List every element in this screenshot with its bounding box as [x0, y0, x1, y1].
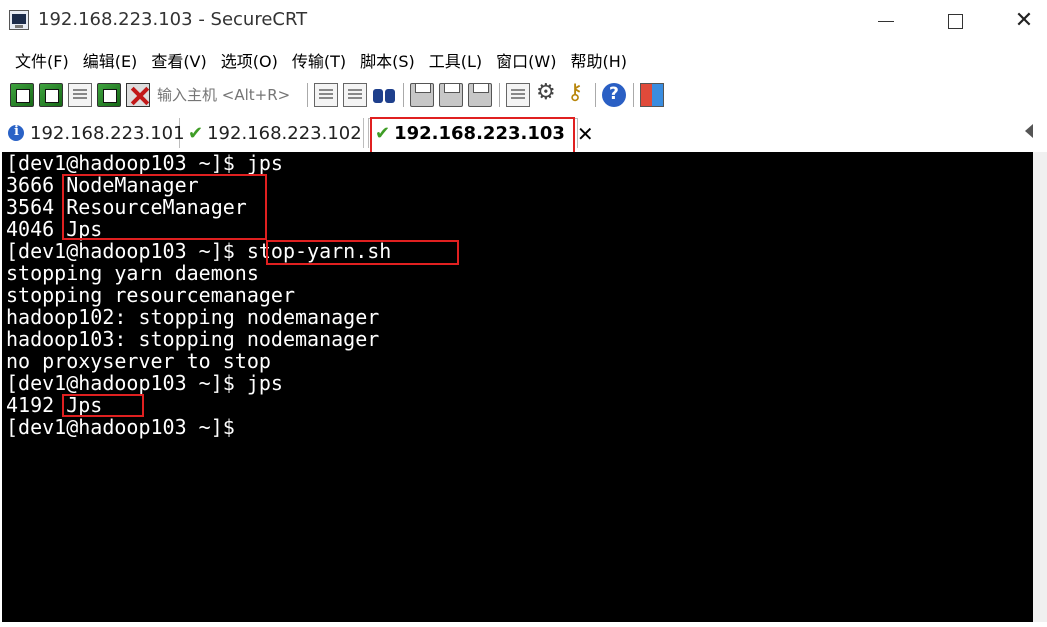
quick-connect-icon[interactable]: [39, 83, 63, 107]
terminal-line: stopping resourcemanager: [6, 283, 295, 307]
highlight-final-jps: [62, 394, 144, 417]
toolbar-separator: [403, 83, 404, 107]
menu-tools[interactable]: 工具(L): [422, 48, 489, 72]
session-options-icon[interactable]: [506, 83, 530, 107]
disconnect-icon[interactable]: [126, 83, 150, 107]
info-icon: [8, 124, 24, 141]
host-input[interactable]: [155, 82, 301, 108]
toolbar-separator: [307, 83, 308, 107]
terminal-line: [dev1@hadoop103 ~]$: [6, 415, 235, 439]
print-selection-icon[interactable]: [439, 83, 463, 107]
help-icon[interactable]: [602, 83, 626, 107]
menu-file[interactable]: 文件(F): [8, 48, 76, 72]
terminal-scrollbar[interactable]: [1033, 152, 1047, 622]
menu-view[interactable]: 查看(V): [144, 48, 213, 72]
toolbar-separator: [633, 83, 634, 107]
tab-session-101[interactable]: 192.168.223.101: [2, 118, 185, 148]
highlight-active-tab: [370, 117, 575, 156]
menu-options[interactable]: 选项(O): [214, 48, 285, 72]
menu-script[interactable]: 脚本(S): [353, 48, 422, 72]
maximize-button[interactable]: [932, 0, 978, 42]
securecrt-app-icon: [9, 10, 29, 30]
close-tab-icon[interactable]: ✕: [577, 122, 594, 146]
menu-bar: 文件(F) 编辑(E) 查看(V) 选项(O) 传输(T) 脚本(S) 工具(L…: [0, 46, 634, 74]
reconnect-icon[interactable]: [97, 83, 121, 107]
terminal-line: hadoop102: stopping nodemanager: [6, 305, 380, 329]
menu-help[interactable]: 帮助(H): [563, 48, 634, 72]
minimize-icon: [878, 20, 894, 22]
maximize-icon: [947, 13, 963, 29]
tab-label: 192.168.223.102: [207, 122, 362, 144]
keymap-icon[interactable]: [564, 80, 588, 107]
print-screen-icon[interactable]: [410, 83, 434, 107]
title-bar: 192.168.223.103 - SecureCRT ✕: [0, 0, 1047, 42]
find-icon[interactable]: [372, 83, 396, 107]
toolbar: [0, 78, 1047, 112]
terminal-line: [dev1@hadoop103 ~]$ jps: [6, 371, 283, 395]
toolbar-separator: [595, 83, 596, 107]
global-options-icon[interactable]: [535, 80, 559, 107]
paste-icon[interactable]: [343, 83, 367, 107]
terminal-line: hadoop103: stopping nodemanager: [6, 327, 380, 351]
terminal-line: stopping yarn daemons: [6, 261, 259, 285]
copy-icon[interactable]: [314, 83, 338, 107]
highlight-jps-processes: [62, 174, 267, 240]
menu-edit[interactable]: 编辑(E): [76, 48, 145, 72]
tab-scroll-left-icon[interactable]: [1025, 124, 1033, 138]
menu-transfer[interactable]: 传输(T): [285, 48, 353, 72]
sftp-icon[interactable]: [640, 83, 664, 107]
print-icon[interactable]: [468, 83, 492, 107]
terminal-line: no proxyserver to stop: [6, 349, 271, 373]
tab-session-102[interactable]: ✔ 192.168.223.102: [182, 118, 364, 148]
checkmark-icon: ✔: [188, 122, 204, 144]
menu-window[interactable]: 窗口(W): [489, 48, 563, 72]
highlight-stop-yarn-command: [266, 240, 459, 265]
connect-in-tab-icon[interactable]: [68, 83, 92, 107]
window-title: 192.168.223.103 - SecureCRT: [38, 9, 308, 30]
minimize-button[interactable]: [863, 0, 909, 42]
close-window-button[interactable]: ✕: [1001, 0, 1047, 42]
toolbar-separator: [499, 83, 500, 107]
connect-icon[interactable]: [10, 83, 34, 107]
tab-label: 192.168.223.101: [30, 122, 185, 144]
terminal-line: [dev1@hadoop103 ~]$ jps: [6, 152, 283, 175]
close-icon: ✕: [1014, 8, 1034, 33]
